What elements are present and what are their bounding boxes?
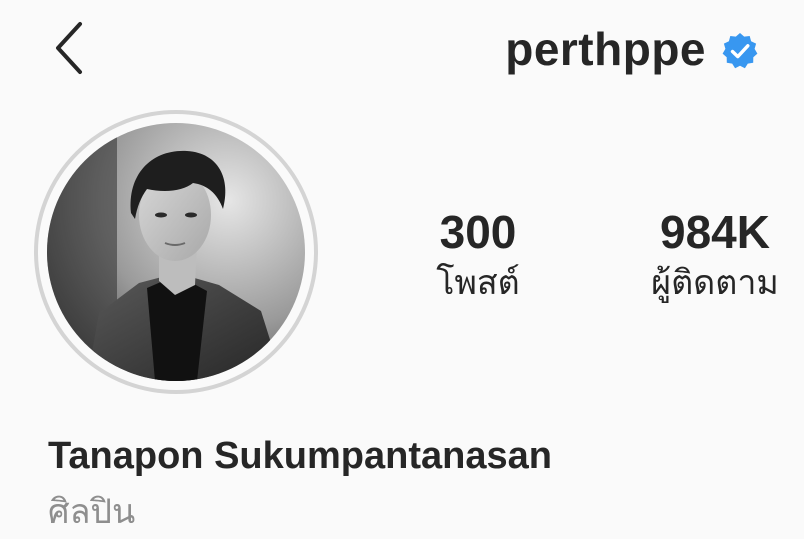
back-button[interactable]: [46, 18, 98, 78]
profile-screen: perthppe 300 โพสต์ 984K ผู้ติดตาม Tanapo…: [0, 0, 804, 539]
posts-count: 300: [439, 206, 517, 258]
avatar: [47, 123, 305, 381]
followers-label: ผู้ติดตาม: [651, 263, 779, 303]
posts-stat[interactable]: 300 โพสต์: [408, 205, 548, 307]
followers-count: 984K: [660, 206, 770, 258]
full-name: Tanapon Sukumpantanasan: [48, 435, 552, 477]
avatar-ring[interactable]: [34, 110, 318, 394]
username: perthppe: [505, 23, 706, 75]
verified-badge-icon: [722, 33, 758, 69]
category-label: ศิลปิน: [48, 492, 136, 532]
chevron-left-icon: [56, 22, 82, 74]
followers-stat[interactable]: 984K ผู้ติดตาม: [630, 205, 800, 307]
posts-label: โพสต์: [436, 263, 520, 303]
header-username: perthppe: [505, 22, 760, 76]
